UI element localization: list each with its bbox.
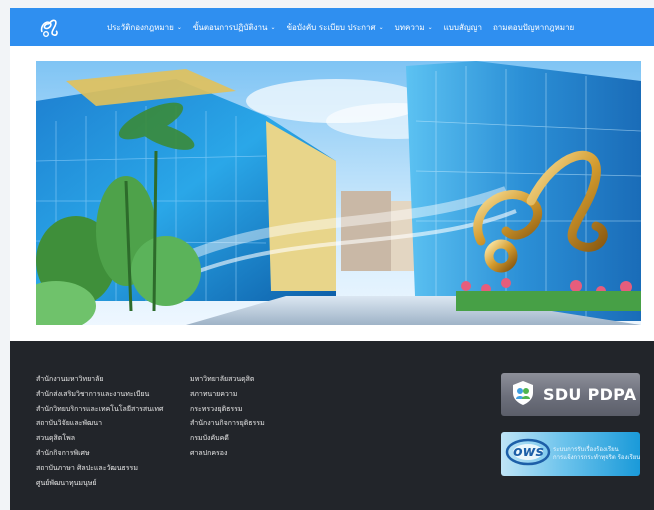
ows-label: ows [513, 444, 544, 460]
footer-link[interactable]: สำนักวิทยบริการและเทคโนโลยีสารสนเทศ [36, 402, 163, 417]
footer-link[interactable]: กระทรวงยุติธรรม [190, 402, 265, 417]
chevron-down-icon: ⌄ [378, 23, 384, 31]
footer-link[interactable]: สำนักงานมหาวิทยาลัย [36, 372, 163, 387]
campus-buildings-with-gold-monogram-photo [36, 61, 641, 325]
footer-link[interactable]: สำนักกิจการพิเศษ [36, 446, 163, 461]
ows-subtitle: ระบบการรับเรื่องร้องเรียน การแจ้งการกระท… [553, 446, 640, 462]
footer-links-external: มหาวิทยาลัยสวนดุสิต สภาทนายความ กระทรวงย… [190, 372, 265, 461]
nav-item-label: บทความ [394, 22, 425, 32]
footer-link[interactable]: กรมบังคับคดี [190, 431, 265, 446]
page: ประวัติกองกฎหมาย ⌄ ขั้นตอนการปฏิบัติงาน ⌄ … [0, 0, 654, 510]
nav-item-regulations[interactable]: ข้อบังคับ ระเบียบ ประกาศ ⌄ [287, 21, 384, 34]
chevron-down-icon: ⌄ [427, 23, 433, 31]
ows-subtitle-line: ระบบการรับเรื่องร้องเรียน [553, 446, 619, 453]
chevron-down-icon: ⌄ [176, 23, 182, 31]
footer-link[interactable]: สำนักส่งเสริมวิชาการและงานทะเบียน [36, 387, 163, 402]
footer-link[interactable]: สวนดุสิตโพล [36, 431, 163, 446]
nav-item-label: แบบสัญญา [443, 22, 482, 32]
footer-links-internal: สำนักงานมหาวิทยาลัย สำนักส่งเสริมวิชาการ… [36, 372, 163, 490]
chevron-down-icon: ⌄ [270, 23, 276, 31]
shield-people-icon [511, 380, 535, 410]
main-nav: ประวัติกองกฎหมาย ⌄ ขั้นตอนการปฏิบัติงาน ⌄ … [107, 21, 585, 34]
nav-item-contract-forms[interactable]: แบบสัญญา [444, 21, 482, 34]
footer-link[interactable]: ศาลปกครอง [190, 446, 265, 461]
ows-complaint-banner-link[interactable]: ows ระบบการรับเรื่องร้องเรียน การแจ้งการ… [501, 432, 640, 476]
footer-link[interactable]: มหาวิทยาลัยสวนดุสิต [190, 372, 265, 387]
ows-subtitle-line: การแจ้งการกระทำทุจริต ร้องเรียน [553, 454, 640, 461]
nav-item-label: ถามตอบปัญหากฎหมาย [492, 22, 575, 32]
nav-item-legal-qa[interactable]: ถามตอบปัญหากฎหมาย [493, 21, 574, 34]
nav-item-articles[interactable]: บทความ ⌄ [395, 21, 433, 34]
pdpa-label: SDU PDPA [543, 385, 637, 404]
footer-link[interactable]: สำนักงานกิจการยุติธรรม [190, 416, 265, 431]
footer-link[interactable]: สถาบันวิจัยและพัฒนา [36, 416, 163, 431]
nav-item-label: ขั้นตอนการปฏิบัติงาน [192, 22, 268, 32]
footer-link[interactable]: ศูนย์พัฒนาทุนมนุษย์ [36, 476, 163, 491]
nav-item-procedures[interactable]: ขั้นตอนการปฏิบัติงาน ⌄ [193, 21, 276, 34]
sdu-pdpa-banner-link[interactable]: SDU PDPA [501, 373, 640, 416]
footer-link[interactable]: สภาทนายความ [190, 387, 265, 402]
top-navigation-bar: ประวัติกองกฎหมาย ⌄ ขั้นตอนการปฏิบัติงาน ⌄ … [10, 8, 654, 46]
nav-item-label: ประวัติกองกฎหมาย [107, 22, 174, 32]
nav-item-history[interactable]: ประวัติกองกฎหมาย ⌄ [107, 21, 182, 34]
university-monogram-logo-icon[interactable] [36, 14, 62, 40]
nav-item-label: ข้อบังคับ ระเบียบ ประกาศ [286, 22, 376, 32]
footer-link[interactable]: สถาบันภาษา ศิลปะและวัฒนธรรม [36, 461, 163, 476]
